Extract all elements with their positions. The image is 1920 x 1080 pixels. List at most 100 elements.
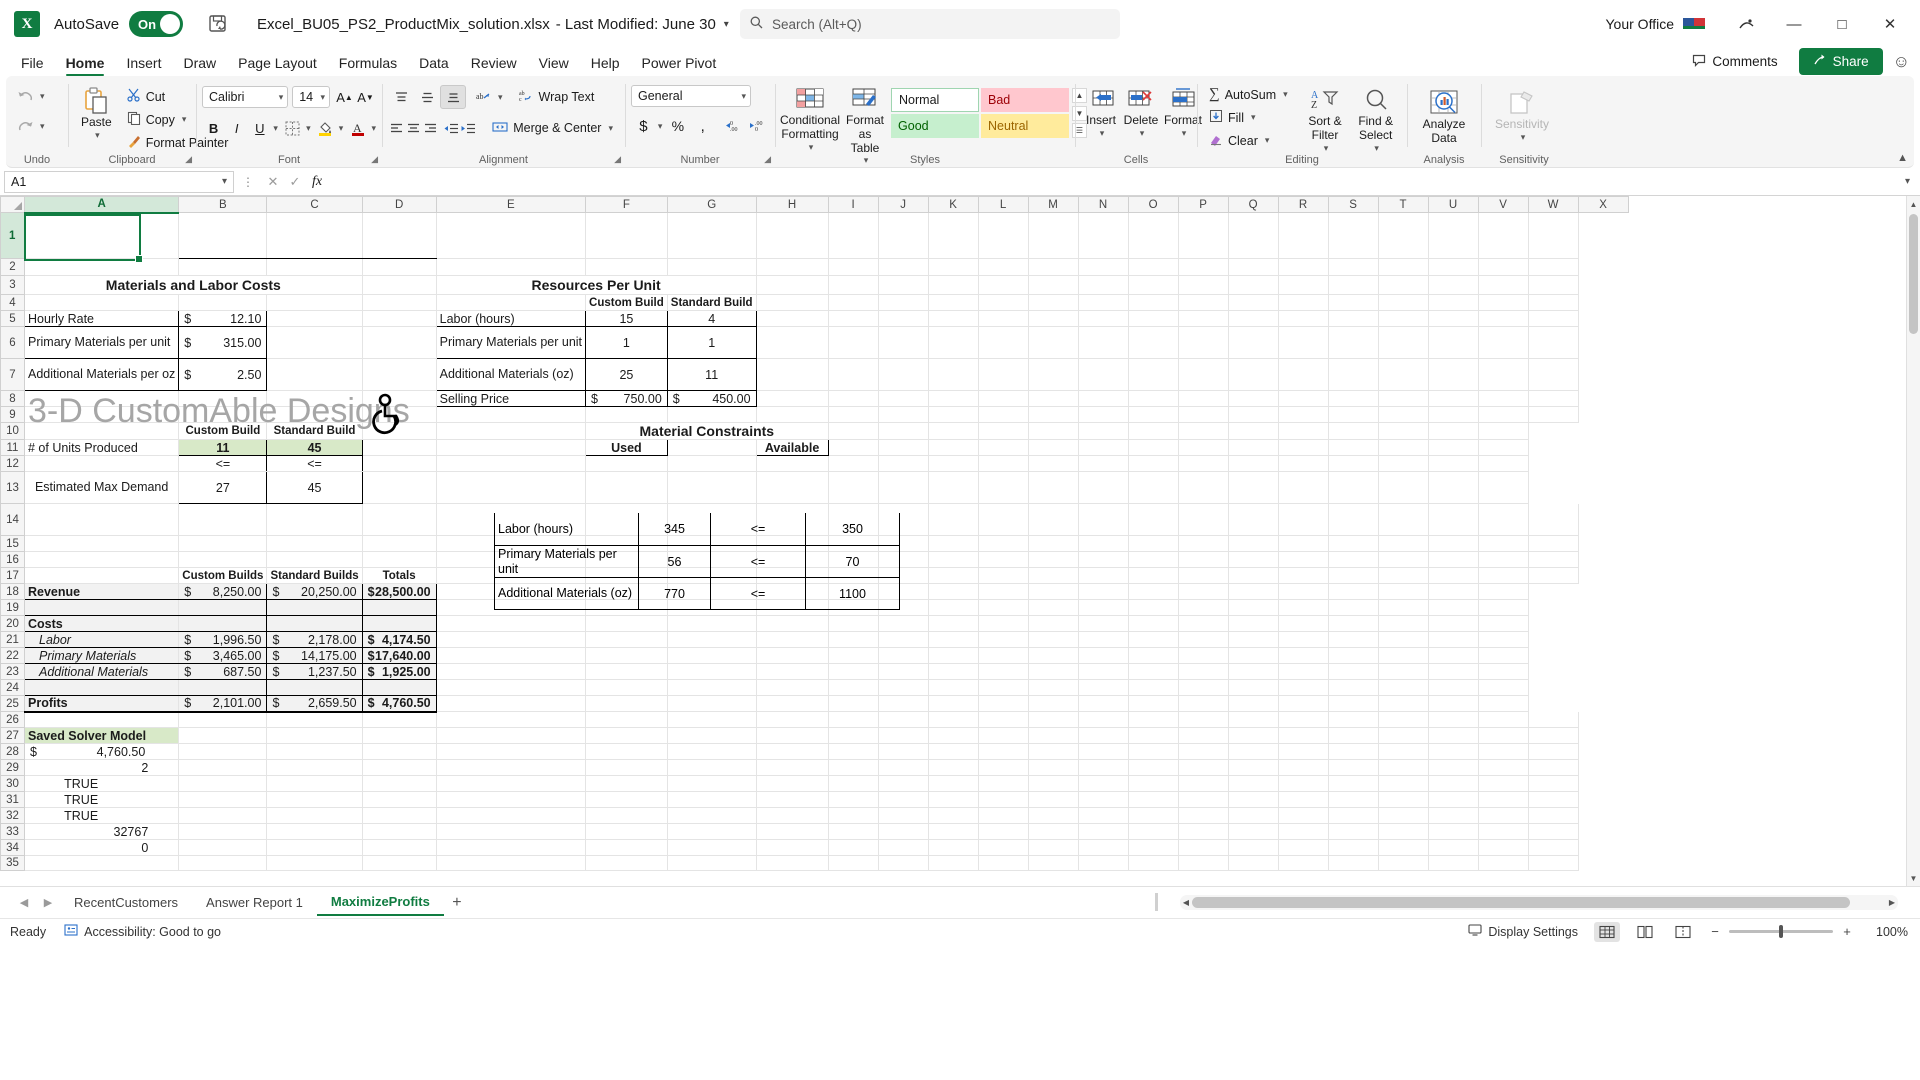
cost-label-1[interactable]: Primary Materials [23, 647, 180, 664]
row-header-21[interactable]: 21 [0, 631, 25, 648]
font-size-select[interactable]: 14 ▾ [292, 86, 331, 108]
feedback-smiley-icon[interactable]: ☺ [1893, 52, 1910, 72]
tab-data[interactable]: Data [408, 53, 460, 76]
add-sheet-button[interactable]: + [444, 891, 470, 915]
cost-custom-1[interactable]: $3,465.00 [178, 647, 268, 664]
row-header-32[interactable]: 32 [0, 807, 25, 824]
rpu-col-standard[interactable]: Standard Build [667, 294, 757, 311]
sensitivity-button[interactable]: Sensitivity ▾ [1487, 86, 1557, 144]
tab-review[interactable]: Review [460, 53, 528, 76]
cost-standard-0[interactable]: $2,178.00 [266, 631, 363, 648]
rpu-label-2[interactable]: Additional Materials (oz) [435, 358, 587, 391]
align-bottom-button[interactable] [440, 85, 466, 109]
column-header-N[interactable]: N [1077, 196, 1129, 213]
select-all-corner[interactable] [0, 196, 25, 213]
currency-chevron-down-icon[interactable]: ▾ [658, 121, 663, 132]
row-header-10[interactable]: 10 [0, 422, 25, 440]
sheet-tab-maximizeprofits[interactable]: MaximizeProfits [316, 889, 444, 916]
rpu-label-3[interactable]: Selling Price [435, 390, 587, 407]
cell-C1[interactable] [266, 212, 363, 259]
cost-custom-2[interactable]: $687.50 [178, 663, 268, 680]
find-select-button[interactable]: Find & Select ▾ [1350, 83, 1401, 155]
column-header-K[interactable]: K [927, 196, 979, 213]
tab-insert[interactable]: Insert [115, 53, 172, 76]
fin-col-totals[interactable]: Totals [362, 567, 437, 584]
rpu-standard-2[interactable]: 11 [666, 358, 757, 391]
material-constraints-title[interactable]: Material Constraints [585, 422, 829, 440]
column-header-Q[interactable]: Q [1227, 196, 1279, 213]
column-header-C[interactable]: C [266, 196, 363, 213]
fill-button[interactable]: Fill ▾ [1203, 106, 1294, 129]
constraint-row-1[interactable]: Primary Materials per unit 56 <= 70 [494, 546, 900, 578]
rpu-custom-1[interactable]: 1 [585, 326, 668, 359]
solver-value-5[interactable]: 32767 [24, 823, 180, 840]
scroll-up-arrow-icon[interactable]: ▲ [1907, 196, 1920, 212]
clipboard-dialog-launcher[interactable]: ◢ [185, 154, 192, 165]
formula-input[interactable] [336, 171, 1899, 193]
merge-center-chevron-down-icon[interactable]: ▾ [608, 123, 613, 134]
search-input[interactable]: Search (Alt+Q) [740, 9, 1120, 39]
tab-home[interactable]: Home [55, 53, 116, 76]
align-left-button[interactable] [388, 116, 405, 140]
units-col-standard[interactable]: Standard Build [266, 422, 363, 440]
decrease-decimal-button[interactable]: .00 0 [744, 114, 769, 138]
ml-label-0[interactable]: Hourly Rate [23, 310, 180, 327]
column-header-O[interactable]: O [1127, 196, 1179, 213]
column-header-E[interactable]: E [435, 196, 587, 213]
row-header-35[interactable]: 35 [0, 855, 25, 871]
format-chevron-down-icon[interactable]: ▾ [1182, 128, 1187, 138]
cost-label-0[interactable]: Labor [23, 631, 180, 648]
document-title[interactable]: Excel_BU05_PS2_ProductMix_solution.xlsx [257, 16, 550, 33]
solver-value-1[interactable]: 2 [24, 759, 180, 776]
paste-button[interactable]: Paste ▾ [74, 84, 119, 154]
units-produced-standard[interactable]: 45 [266, 439, 363, 456]
cost-label-2[interactable]: Additional Materials [23, 663, 180, 680]
rpu-label-1[interactable]: Primary Materials per unit [435, 326, 587, 359]
column-header-W[interactable]: W [1527, 196, 1579, 213]
column-header-V[interactable]: V [1477, 196, 1529, 213]
align-top-button[interactable] [388, 85, 414, 109]
mc-col-used[interactable]: Used [585, 439, 668, 456]
cancel-entry-icon[interactable]: ✕ [262, 174, 284, 190]
column-header-M[interactable]: M [1027, 196, 1079, 213]
resources-per-unit-title[interactable]: Resources Per Unit [436, 275, 757, 295]
paste-chevron-down-icon[interactable]: ▾ [95, 130, 100, 140]
fin-col-standard[interactable]: Standard Builds [266, 567, 363, 584]
tab-formulas[interactable]: Formulas [328, 53, 408, 76]
fill-color-button[interactable] [314, 116, 337, 140]
units-op-standard[interactable]: <= [266, 455, 363, 472]
zoom-track[interactable] [1729, 925, 1833, 938]
solver-value-6[interactable]: 0 [24, 839, 180, 856]
row-header-8[interactable]: 8 [0, 390, 25, 407]
column-header-J[interactable]: J [877, 196, 929, 213]
column-header-S[interactable]: S [1327, 196, 1379, 213]
fin-col-custom[interactable]: Custom Builds [178, 567, 268, 584]
delete-chevron-down-icon[interactable]: ▾ [1140, 128, 1145, 138]
zoom-out-button[interactable]: − [1708, 924, 1722, 939]
row-header-9[interactable]: 9 [0, 406, 25, 423]
row-header-24[interactable]: 24 [0, 679, 25, 696]
vertical-scrollbar[interactable]: ▲ ▼ [1906, 196, 1920, 886]
zoom-in-button[interactable]: + [1840, 924, 1854, 939]
units-produced-label[interactable]: # of Units Produced [24, 439, 180, 456]
insert-function-icon[interactable]: fx [306, 174, 328, 190]
row-header-34[interactable]: 34 [0, 839, 25, 856]
revenue-total[interactable]: $28,500.00 [361, 583, 437, 600]
row-header-11[interactable]: 11 [0, 439, 25, 456]
align-right-button[interactable] [422, 116, 439, 140]
analyze-data-button[interactable]: Analyze Data [1413, 86, 1475, 148]
zoom-percentage[interactable]: 100% [1866, 925, 1908, 939]
units-col-custom[interactable]: Custom Build [178, 422, 268, 440]
row-header-18[interactable]: 18 [0, 583, 25, 600]
revenue-standard[interactable]: $20,250.00 [266, 583, 363, 600]
row-header-5[interactable]: 5 [0, 310, 25, 327]
zoom-slider[interactable]: − + [1708, 924, 1854, 939]
row-header-29[interactable]: 29 [0, 759, 25, 776]
column-header-L[interactable]: L [977, 196, 1029, 213]
solver-value-2[interactable]: TRUE [24, 775, 180, 792]
rpu-custom-3[interactable]: $750.00 [585, 390, 668, 407]
comments-button[interactable]: Comments [1681, 48, 1789, 75]
ml-label-1[interactable]: Primary Materials per unit [23, 326, 180, 359]
copy-chevron-down-icon[interactable]: ▾ [182, 114, 187, 125]
column-header-R[interactable]: R [1277, 196, 1329, 213]
